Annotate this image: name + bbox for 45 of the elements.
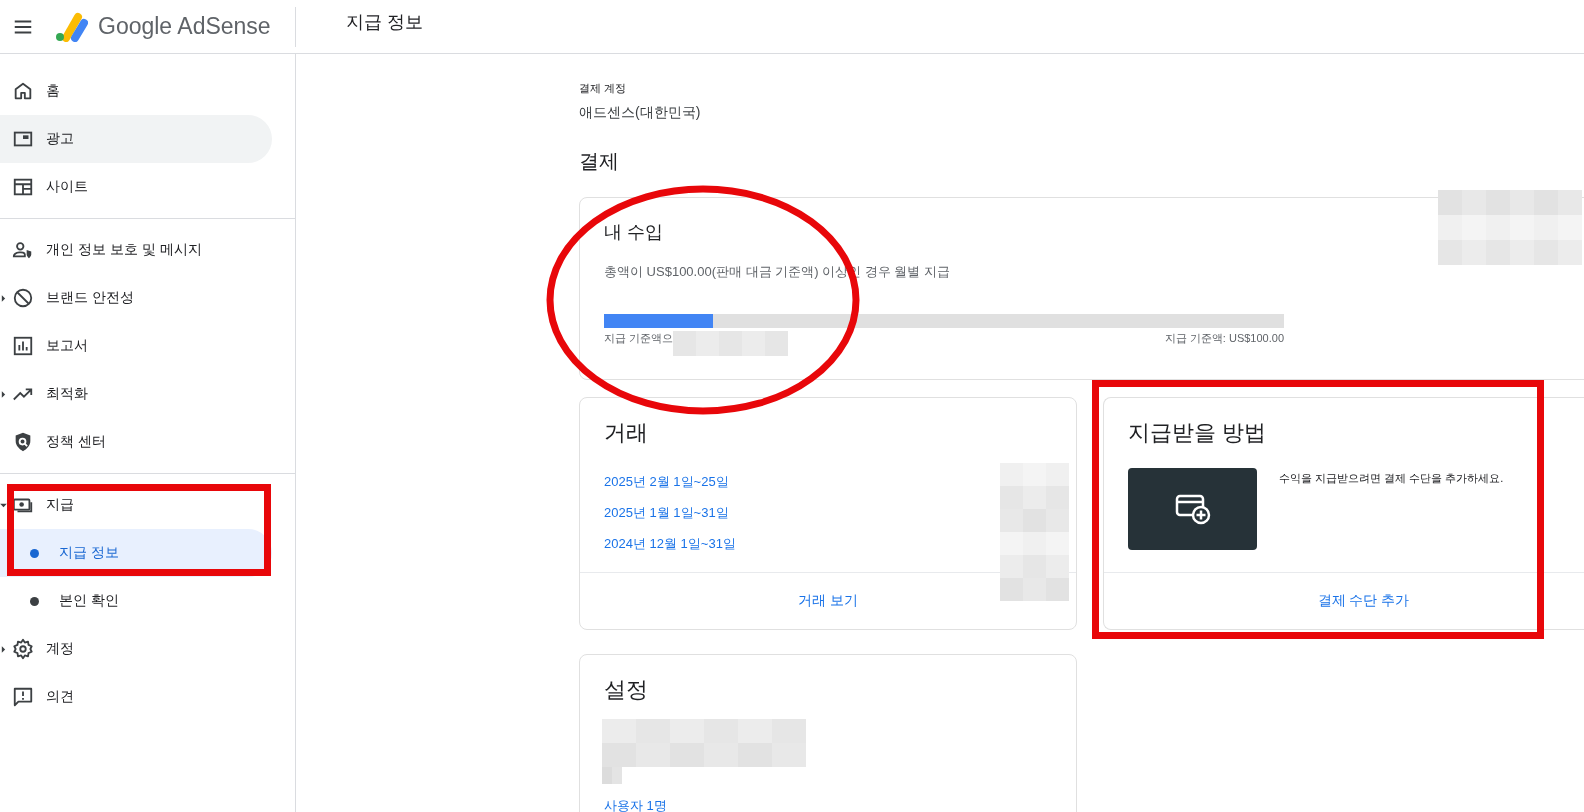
card-title: 거래 [604,419,649,447]
sidebar-item[interactable]: 사이트 [0,163,272,211]
layout-icon [12,176,34,198]
transaction-period-link[interactable]: 2025년 2월 1일~25일 [604,472,729,491]
card-title: 내 수입 [604,221,664,244]
sidebar-item[interactable]: 홈 [0,67,272,115]
balance-label: 지급 기준액으 [604,331,674,346]
transaction-period-link[interactable]: 2024년 12월 1일~31일 [604,534,736,553]
payment-message: 수익을 지급받으려면 결제 수단을 추가하세요. [1279,471,1504,486]
feedback-icon [12,686,34,708]
sidebar-subitem[interactable]: 본인 확인 [0,577,272,625]
sidebar-item[interactable]: 개인 정보 보호 및 메시지 [0,226,272,274]
person-shield-icon [12,239,34,261]
users-link[interactable]: 사용자 1명 [604,797,667,812]
bullet-icon [30,596,39,606]
card-title: 지급받을 방법 [1128,419,1268,447]
card-title: 설정 [604,676,649,704]
sidebar-item[interactable]: 지급 [0,481,272,529]
product-name: Google AdSense [98,13,271,40]
sidebar-item[interactable]: 계정 [0,625,272,673]
account-name: 애드센스(대한민국) [579,104,702,122]
expand-arrow-icon[interactable] [1,390,6,398]
logo-icon [54,11,88,42]
settings-icon [12,638,34,660]
sidebar-item[interactable]: 최적화 [0,370,272,418]
add-payment-method-link[interactable]: 결제 수단 추가 [1317,592,1410,610]
account-label: 결제 계정 [579,81,628,96]
section-title: 결제 [579,149,620,174]
expand-arrow-icon[interactable] [1,645,6,653]
page-title: 지급 정보 [346,10,423,34]
sidebar-item[interactable]: 정책 센터 [0,418,272,466]
card-add-icon [1174,493,1211,525]
view-transactions-link[interactable]: 거래 보기 [798,592,858,610]
sidebar-item[interactable]: 의견 [0,673,272,721]
transaction-period-link[interactable]: 2025년 1월 1일~31일 [604,503,729,522]
block-icon [12,287,34,309]
sidebar-item[interactable]: 보고서 [0,322,272,370]
bullet-icon [30,548,39,558]
threshold-label: 지급 기준액: US$100.00 [1164,331,1284,346]
sidebar-item[interactable]: 브랜드 안전성 [0,274,272,322]
sidebar-item[interactable]: 광고 [0,115,272,163]
expand-arrow-icon[interactable] [1,294,6,302]
home-icon [12,80,34,102]
expand-arrow-icon[interactable] [0,502,7,508]
bar-chart-icon [12,335,34,357]
